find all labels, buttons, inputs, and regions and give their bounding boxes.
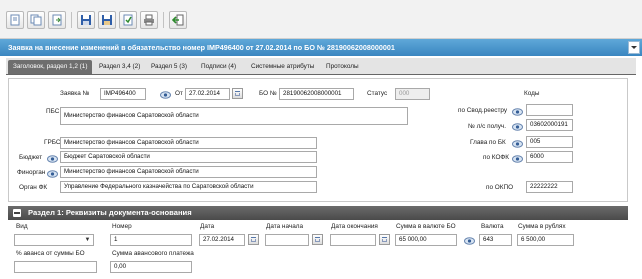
tab-protocols[interactable]: Протоколы — [321, 60, 364, 74]
calendar-icon[interactable] — [232, 88, 243, 99]
window-title: Заявка на внесение изменений в обязатель… — [8, 43, 395, 52]
advance-sum-field[interactable]: 0,00 — [110, 261, 192, 273]
lookup-icon[interactable] — [463, 235, 475, 246]
bo-no-label: БО № — [259, 90, 277, 97]
date-label: Дата — [200, 223, 215, 230]
svod-field[interactable] — [526, 104, 573, 116]
tab-bar: Заголовок, раздел 1,2 (1) Раздел 3,4 (2)… — [6, 58, 636, 75]
organ-fk-label: Орган ФК — [19, 184, 48, 191]
kofk-field[interactable]: 6000 — [526, 151, 573, 163]
advance-pct-field[interactable] — [14, 261, 97, 273]
grbs-field[interactable]: Министерство финансов Саратовской област… — [60, 137, 317, 149]
pbs-label: ПБС — [46, 108, 60, 115]
chevron-down-icon: ▼ — [84, 237, 91, 243]
end-date-label: Дата окончания — [331, 223, 378, 230]
request-no-field[interactable]: IMP496400 — [100, 88, 146, 100]
lookup-icon[interactable] — [511, 138, 523, 149]
save-as-icon[interactable] — [98, 11, 116, 29]
svod-label: по Свод.реестру — [458, 107, 508, 114]
start-date-field[interactable] — [265, 234, 309, 246]
section-1-header[interactable]: Раздел 1: Реквизиты документа-основания — [8, 206, 628, 220]
grbs-label: ГРБС — [44, 139, 61, 146]
section-1-title: Раздел 1: Реквизиты документа-основания — [28, 208, 192, 217]
codes-label: Коды — [524, 90, 540, 97]
lookup-icon[interactable] — [46, 153, 58, 164]
exit-icon[interactable] — [169, 11, 187, 29]
number-field[interactable]: 1 — [110, 234, 192, 246]
title-menu-button[interactable] — [628, 41, 640, 54]
new-doc-icon[interactable] — [6, 11, 24, 29]
organ-fk-field[interactable]: Управление Федерального казначейства по … — [60, 181, 317, 193]
calendar-icon[interactable] — [248, 234, 259, 245]
toolbar — [0, 0, 642, 39]
sum-bo-field[interactable]: 65 000,00 — [395, 234, 457, 246]
tab-section-5[interactable]: Раздел 5 (3) — [146, 60, 192, 74]
pbs-field[interactable]: Министерство финансов Саратовской област… — [60, 107, 408, 125]
vid-label: Вид — [16, 223, 28, 230]
vid-select[interactable]: ▼ — [14, 234, 94, 246]
sum-bo-label: Сумма в валюте БО — [396, 223, 456, 230]
lookup-icon[interactable] — [159, 89, 171, 100]
budget-label: Бюджет — [19, 154, 43, 161]
bo-no-field[interactable]: 28190062008000001 — [279, 88, 354, 100]
status-label: Статус — [367, 90, 388, 97]
ls-label: № л/с получ. — [468, 123, 507, 130]
tab-header-section-1-2[interactable]: Заголовок, раздел 1,2 (1) — [8, 60, 93, 74]
print-icon[interactable] — [140, 11, 158, 29]
calendar-icon[interactable] — [379, 234, 390, 245]
window-title-bar: Заявка на внесение изменений в обязатель… — [0, 39, 642, 56]
doc-export-icon[interactable] — [48, 11, 66, 29]
lookup-icon[interactable] — [511, 153, 523, 164]
advance-pct-label: % аванса от суммы БО — [16, 250, 85, 257]
number-label: Номер — [112, 223, 132, 230]
currency-field[interactable]: 643 — [479, 234, 512, 246]
start-date-label: Дата начала — [266, 223, 304, 230]
lookup-icon[interactable] — [511, 121, 523, 132]
glava-field[interactable]: 005 — [526, 136, 573, 148]
budget-field[interactable]: Бюджет Саратовской области — [60, 151, 317, 163]
finorgan-label: Финорган — [17, 169, 46, 176]
end-date-field[interactable] — [330, 234, 376, 246]
sum-rub-label: Сумма в рублях — [518, 223, 566, 230]
tab-signatures[interactable]: Подписи (4) — [196, 60, 241, 74]
document-date-field[interactable]: 27.02.2014 — [199, 234, 245, 246]
save-icon[interactable] — [77, 11, 95, 29]
collapse-icon[interactable] — [13, 209, 21, 217]
date-from-label: От — [175, 90, 183, 97]
tab-section-3-4[interactable]: Раздел 3,4 (2) — [94, 60, 145, 74]
glava-label: Глава по БК — [470, 139, 506, 146]
currency-label: Валюта — [481, 223, 504, 230]
request-date-field[interactable]: 27.02.2014 — [185, 88, 230, 100]
tab-system-attributes[interactable]: Системные атрибуты — [246, 60, 319, 74]
request-no-label: Заявка № — [60, 90, 90, 97]
status-field: 000 — [395, 88, 430, 100]
ls-field[interactable]: 03602000191 — [526, 119, 573, 131]
okpo-field[interactable]: 22222222 — [526, 181, 573, 193]
kofk-label: по КОФК — [483, 154, 509, 161]
copy-doc-icon[interactable] — [27, 11, 45, 29]
advance-sum-label: Сумма авансового платежа — [112, 250, 194, 257]
lookup-icon[interactable] — [46, 168, 58, 179]
sum-rub-field[interactable]: 6 500,00 — [517, 234, 574, 246]
lookup-icon[interactable] — [511, 106, 523, 117]
calendar-icon[interactable] — [312, 234, 323, 245]
finorgan-field[interactable]: Министерство финансов Саратовской област… — [60, 166, 317, 178]
save-check-icon[interactable] — [119, 11, 137, 29]
okpo-label: по ОКПО — [486, 184, 514, 191]
